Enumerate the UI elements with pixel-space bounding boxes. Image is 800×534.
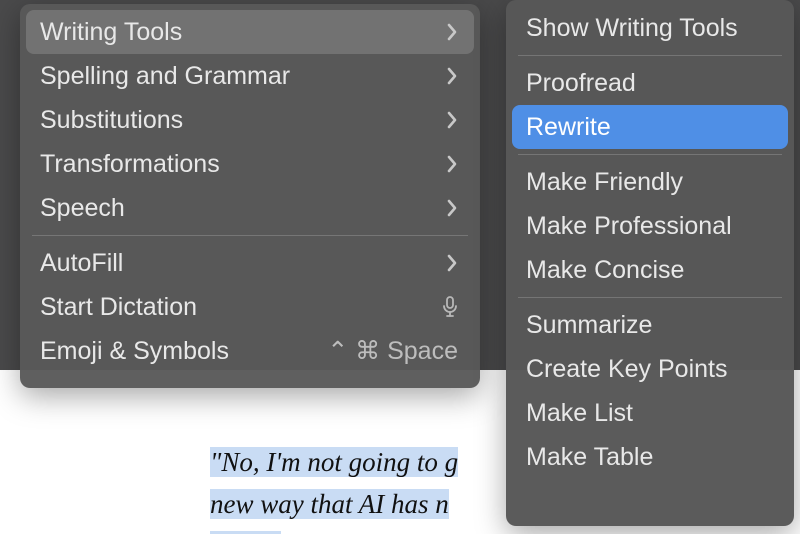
menu-item-substitutions[interactable]: Substitutions: [26, 98, 474, 142]
submenu-item-make-table[interactable]: Make Table: [512, 435, 788, 479]
chevron-right-icon: [446, 199, 458, 217]
selected-text: as the: [210, 531, 281, 534]
menu-item-label: Writing Tools: [40, 18, 182, 47]
microphone-icon: [442, 296, 458, 318]
menu-item-label: Rewrite: [526, 113, 611, 142]
chevron-right-icon: [446, 155, 458, 173]
menu-item-label: AutoFill: [40, 249, 123, 278]
menu-item-transformations[interactable]: Transformations: [26, 142, 474, 186]
submenu-item-create-key-points[interactable]: Create Key Points: [512, 347, 788, 391]
menu-item-label: Make Concise: [526, 256, 684, 285]
menu-item-label: Transformations: [40, 150, 220, 179]
menu-item-label: Make List: [526, 399, 633, 428]
chevron-right-icon: [446, 111, 458, 129]
selected-text: new way that AI has n: [210, 489, 449, 519]
menu-item-label: Make Professional: [526, 212, 732, 241]
chevron-right-icon: [446, 254, 458, 272]
menu-item-writing-tools[interactable]: Writing Tools: [26, 10, 474, 54]
menu-item-label: Show Writing Tools: [526, 14, 738, 43]
chevron-right-icon: [446, 67, 458, 85]
submenu-item-make-friendly[interactable]: Make Friendly: [512, 160, 788, 204]
menu-item-label: Summarize: [526, 311, 652, 340]
menu-item-label: Make Friendly: [526, 168, 683, 197]
menu-item-spelling-and-grammar[interactable]: Spelling and Grammar: [26, 54, 474, 98]
menu-item-label: Speech: [40, 194, 125, 223]
menu-item-autofill[interactable]: AutoFill: [26, 241, 474, 285]
menu-item-label: Spelling and Grammar: [40, 62, 290, 91]
menu-item-emoji-and-symbols[interactable]: Emoji & Symbols ⌃ ⌘ Space: [26, 329, 474, 373]
menu-item-label: Emoji & Symbols: [40, 337, 229, 366]
submenu-item-summarize[interactable]: Summarize: [512, 303, 788, 347]
submenu-item-make-list[interactable]: Make List: [512, 391, 788, 435]
chevron-right-icon: [446, 23, 458, 41]
menu-separator: [518, 154, 782, 155]
keyboard-shortcut: ⌃ ⌘ Space: [327, 336, 458, 366]
submenu-writing-tools[interactable]: Show Writing Tools Proofread Rewrite Mak…: [506, 0, 794, 526]
menu-separator: [518, 55, 782, 56]
menu-item-label: Proofread: [526, 69, 636, 98]
menu-separator: [32, 235, 468, 236]
menu-item-label: Create Key Points: [526, 355, 728, 384]
selected-text: "No, I'm not going to g: [210, 447, 458, 477]
menu-item-label: Substitutions: [40, 106, 183, 135]
submenu-item-proofread[interactable]: Proofread: [512, 61, 788, 105]
menu-separator: [518, 297, 782, 298]
submenu-item-make-concise[interactable]: Make Concise: [512, 248, 788, 292]
menu-item-label: Start Dictation: [40, 293, 197, 322]
menu-item-label: Make Table: [526, 443, 653, 472]
submenu-item-show-writing-tools[interactable]: Show Writing Tools: [512, 6, 788, 50]
submenu-item-rewrite[interactable]: Rewrite: [512, 105, 788, 149]
menu-item-speech[interactable]: Speech: [26, 186, 474, 230]
context-menu[interactable]: Writing Tools Spelling and Grammar Subst…: [20, 4, 480, 388]
submenu-item-make-professional[interactable]: Make Professional: [512, 204, 788, 248]
menu-item-start-dictation[interactable]: Start Dictation: [26, 285, 474, 329]
